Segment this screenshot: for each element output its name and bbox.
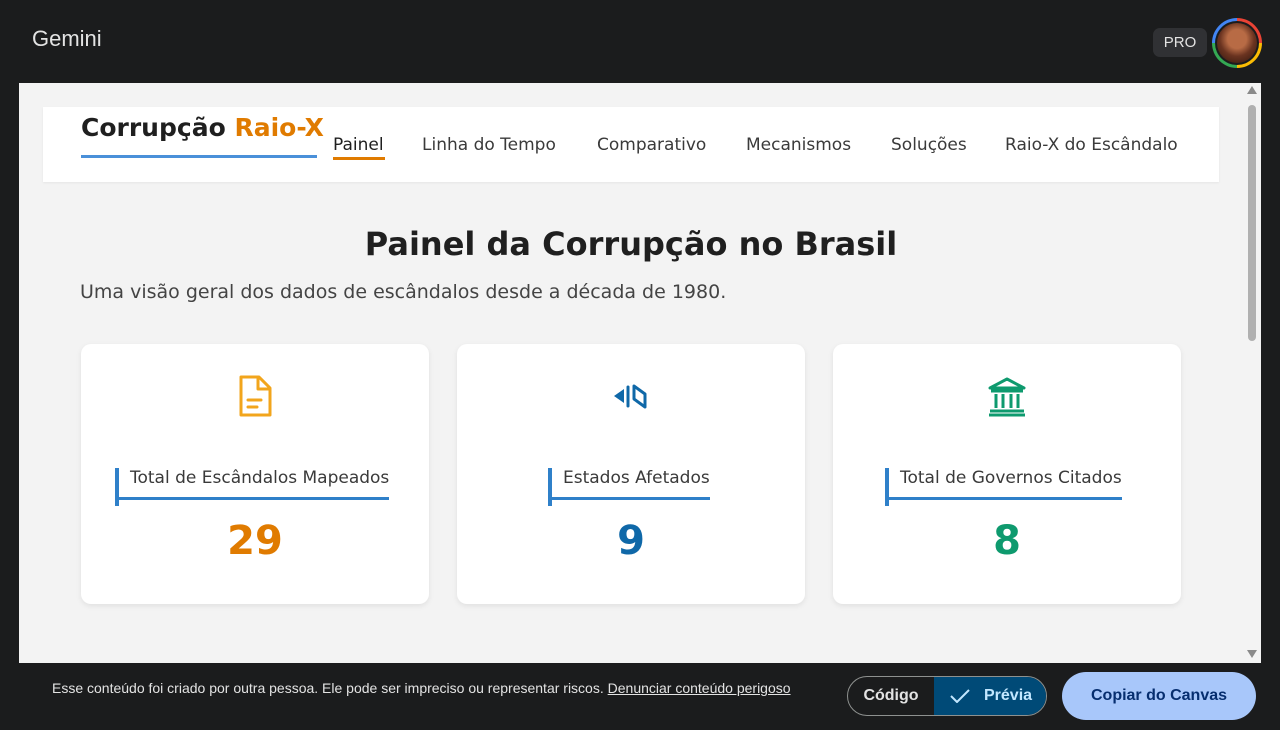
scroll-up-icon[interactable] (1247, 86, 1257, 94)
nav-active-indicator (333, 157, 385, 160)
vertical-scrollbar[interactable] (1243, 83, 1261, 663)
map-icon (457, 374, 805, 420)
top-bar: Gemini PRO (0, 0, 1280, 82)
app-header: Corrupção Raio-X Painel Linha do Tempo C… (43, 107, 1219, 182)
notice-text: Esse conteúdo foi criado por outra pesso… (52, 680, 604, 696)
stat-label: Total de Escândalos Mapeados (115, 468, 390, 506)
report-content-link[interactable]: Denunciar conteúdo perigoso (608, 680, 791, 696)
government-building-icon (833, 374, 1181, 420)
nav-raio-x-do-escandalo[interactable]: Raio-X do Escândalo (1005, 135, 1178, 155)
check-icon (950, 689, 970, 703)
page-title: Painel da Corrupção no Brasil (364, 225, 898, 263)
content-notice: Esse conteúdo foi criado por outra pesso… (52, 679, 812, 697)
document-icon (81, 374, 429, 420)
stat-card-governos: Total de Governos Citados 8 (833, 344, 1181, 604)
scroll-down-icon[interactable] (1247, 650, 1257, 658)
stat-card-estados: Estados Afetados 9 (457, 344, 805, 604)
preview-label: Prévia (984, 687, 1033, 704)
brand-main: Corrupção (81, 113, 226, 142)
code-tab-button[interactable]: Código (848, 677, 934, 715)
brand-logo[interactable]: Corrupção Raio-X (81, 113, 324, 142)
nav-comparativo[interactable]: Comparativo (597, 135, 706, 155)
preview-tab-button[interactable]: Prévia (934, 677, 1046, 715)
nav-mecanismos[interactable]: Mecanismos (746, 135, 851, 155)
canvas-preview: Corrupção Raio-X Painel Linha do Tempo C… (19, 83, 1243, 663)
app-title[interactable]: Gemini (32, 26, 102, 52)
view-toggle: Código Prévia (847, 676, 1047, 716)
scroll-thumb[interactable] (1248, 105, 1256, 341)
brand-accent: Raio-X (234, 113, 324, 142)
stat-card-escandalos: Total de Escândalos Mapeados 29 (81, 344, 429, 604)
nav-linha-do-tempo[interactable]: Linha do Tempo (422, 135, 556, 155)
nav-painel[interactable]: Painel (333, 135, 384, 155)
stat-value: 9 (617, 518, 645, 564)
pro-badge: PRO (1153, 28, 1207, 57)
stat-value: 8 (993, 518, 1021, 564)
page-subtitle: Uma visão geral dos dados de escândalos … (80, 281, 727, 303)
nav-solucoes[interactable]: Soluções (891, 135, 967, 155)
brand-underline (81, 155, 317, 158)
avatar[interactable] (1212, 18, 1262, 68)
bottom-bar: Esse conteúdo foi criado por outra pesso… (0, 663, 1280, 730)
stat-label: Total de Governos Citados (885, 468, 1122, 506)
avatar-image (1217, 23, 1257, 63)
copy-canvas-button[interactable]: Copiar do Canvas (1062, 672, 1256, 720)
stat-label: Estados Afetados (548, 468, 710, 506)
stat-value: 29 (227, 518, 283, 564)
